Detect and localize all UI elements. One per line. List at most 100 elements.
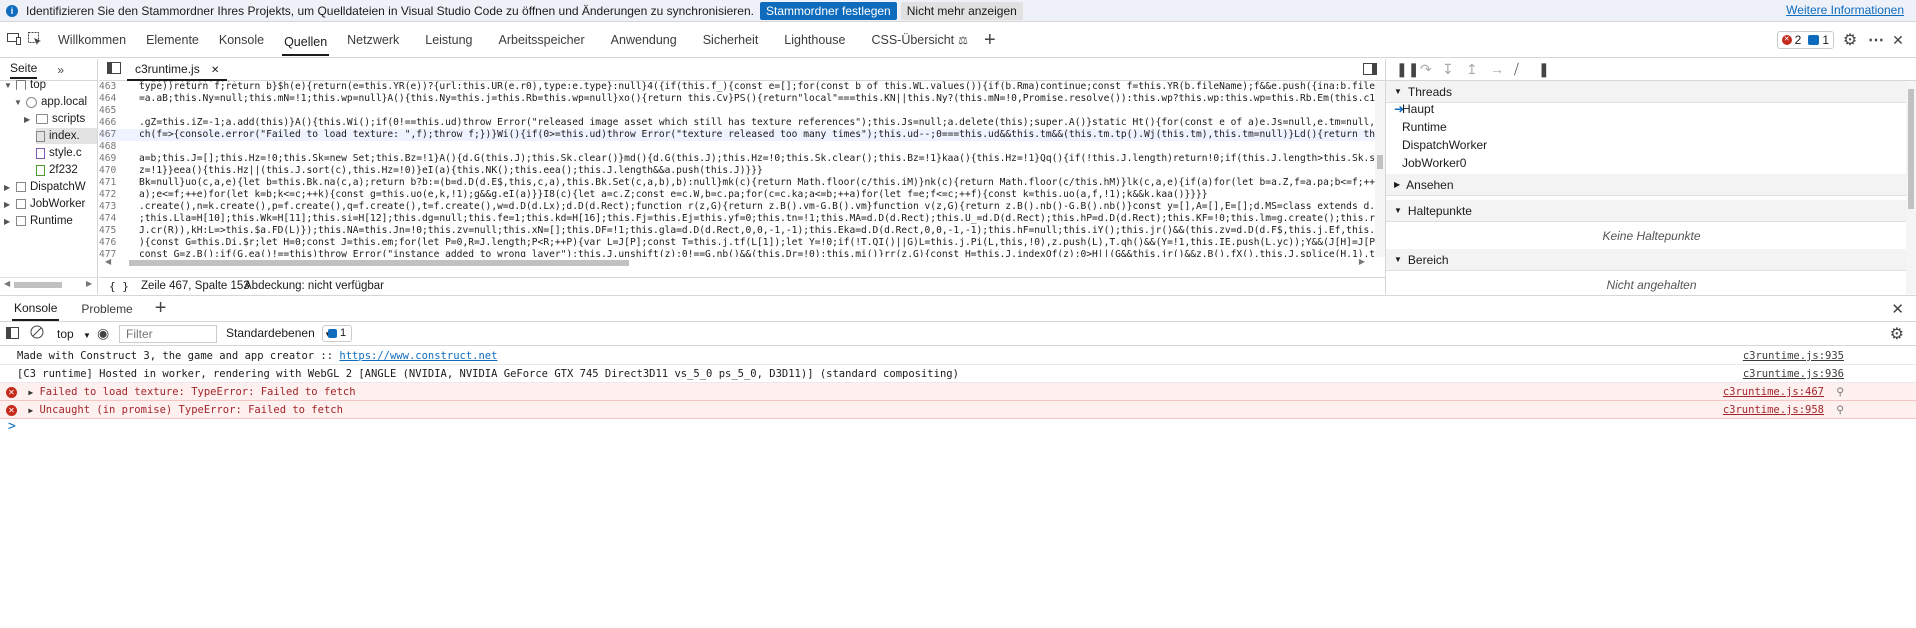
scroll-thumb[interactable] [1908, 89, 1914, 209]
thread-item[interactable]: Haupt [1402, 102, 1434, 116]
set-root-folder-button[interactable]: Stammordner festlegen [760, 1, 897, 20]
message-source-link[interactable]: c3runtime.js:935 [1743, 347, 1844, 365]
drawer-tab-probleme[interactable]: Probleme [81, 302, 132, 316]
context-selector[interactable]: top ▼ [52, 325, 96, 343]
tab-konsole[interactable]: Konsole [209, 23, 274, 58]
more-tabs-icon[interactable]: » [57, 63, 64, 77]
drawer-tab-konsole[interactable]: Konsole [12, 296, 60, 321]
more-options-icon[interactable]: ⋯ [1866, 30, 1886, 50]
pause-icon[interactable]: ❚❚ [1396, 61, 1419, 78]
thread-item[interactable]: JobWorker0 [1402, 156, 1466, 170]
add-tab-icon[interactable]: + [984, 29, 996, 52]
navigator-scrollbar[interactable]: ◀ ▶ [0, 277, 97, 291]
code-horizontal-scrollbar[interactable]: ◀ ▶ [99, 257, 1375, 269]
info-icon: i [6, 4, 18, 17]
tab-arbeitsspeicher[interactable]: Arbeitsspeicher [489, 23, 595, 58]
worker-icon [16, 182, 26, 192]
scroll-right-icon[interactable]: ▶ [86, 279, 92, 288]
tab-css-uebersicht[interactable]: CSS-Übersicht [861, 23, 964, 58]
console-sidebar-icon[interactable] [6, 326, 19, 342]
tree-item-jobworker[interactable]: ▶ JobWorker [4, 196, 85, 212]
scroll-thumb[interactable] [14, 282, 62, 288]
dont-show-again-button[interactable]: Nicht mehr anzeigen [900, 1, 1023, 20]
breakpoints-section-header[interactable]: ▼ Haltepunkte [1386, 200, 1916, 222]
tree-item-runtime[interactable]: ▶ Runtime [4, 213, 73, 229]
editor-tab-c3runtime[interactable]: c3runtime.js ✕ [127, 59, 228, 81]
add-drawer-tab-icon[interactable]: + [155, 297, 167, 320]
debugger-scrollbar[interactable] [1906, 81, 1916, 294]
close-tab-icon[interactable]: ✕ [211, 65, 219, 76]
tab-quellen[interactable]: Quellen [282, 29, 330, 56]
console-error-message[interactable]: ✕ ▶ Failed to load texture: TypeError: F… [0, 383, 1916, 401]
inspect-icon[interactable] [26, 31, 44, 49]
scroll-thumb[interactable] [129, 260, 629, 266]
scroll-left-icon[interactable]: ◀ [4, 279, 10, 288]
watch-section-header[interactable]: ▶ Ansehen [1386, 174, 1916, 196]
tab-lighthouse[interactable]: Lighthouse [774, 23, 855, 58]
tab-leistung[interactable]: Leistung [415, 23, 482, 58]
more-info-link[interactable]: Weitere Informationen [1786, 3, 1904, 17]
expand-arrow-icon: ▶ [24, 114, 31, 124]
tree-item-index[interactable]: index. [36, 128, 97, 144]
scope-section-header[interactable]: ▼ Bereich [1386, 249, 1916, 271]
console-filter-input[interactable] [119, 325, 217, 343]
console-settings-gear-icon[interactable]: ⚙ [1890, 324, 1904, 344]
search-icon[interactable]: ⚲ [1836, 401, 1844, 419]
css-file-icon [36, 147, 45, 159]
search-icon[interactable]: ⚲ [1836, 383, 1844, 401]
code-line: 469 a=b;this.J=[];this.Hz=!0;this.Sk=new … [99, 153, 1375, 164]
issues-badge[interactable]: 1 [322, 325, 353, 342]
error-icon: ✕ [6, 387, 17, 398]
file-icon [36, 130, 45, 142]
step-icon[interactable]: → [1490, 61, 1504, 77]
message-text: Uncaught (in promise) TypeError: Failed … [39, 404, 343, 416]
code-vertical-scrollbar[interactable] [1375, 81, 1385, 257]
toggle-navigator-icon[interactable] [107, 62, 121, 77]
settings-gear-icon[interactable]: ⚙ [1834, 30, 1866, 50]
error-count-badge[interactable]: ✕ 2 1 [1776, 31, 1834, 49]
threads-section-header[interactable]: ▼ Threads [1386, 81, 1916, 103]
tab-netzwerk[interactable]: Netzwerk [337, 23, 409, 58]
device-toolbar-icon[interactable] [2, 32, 26, 48]
tab-anwendung[interactable]: Anwendung [601, 23, 687, 58]
close-devtools-icon[interactable]: ✕ [1886, 32, 1910, 49]
console-error-message[interactable]: ✕ ▶ Uncaught (in promise) TypeError: Fai… [0, 401, 1916, 419]
close-drawer-icon[interactable]: ✕ [1891, 300, 1904, 318]
step-into-icon[interactable]: ↧ [1442, 61, 1454, 78]
info-message: Identifizieren Sie den Stammordner Ihres… [26, 3, 754, 18]
step-out-icon[interactable]: ↥ [1466, 61, 1478, 78]
tab-elemente[interactable]: Elemente [136, 23, 209, 58]
expand-arrow-icon[interactable]: ▶ [28, 388, 33, 397]
tree-item-2f232[interactable]: 2f232 [36, 162, 78, 178]
clear-console-icon[interactable] [30, 325, 44, 342]
toggle-debugger-icon[interactable] [1363, 62, 1377, 78]
tree-item-top[interactable]: ▼ top [4, 77, 46, 93]
thread-item[interactable]: Runtime [1402, 120, 1447, 134]
tab-willkommen[interactable]: Willkommen [48, 23, 136, 58]
message-source-link[interactable]: c3runtime.js:467 [1723, 383, 1824, 401]
pause-on-exceptions-icon[interactable]: ❚ [1538, 61, 1550, 78]
scroll-left-icon[interactable]: ◀ [105, 257, 111, 266]
message-source-link[interactable]: c3runtime.js:958 [1723, 401, 1824, 419]
pretty-print-icon[interactable]: { } [109, 280, 129, 293]
code-editor[interactable]: s=a.dCr.aY(...... 463type))return f;retu… [99, 81, 1375, 257]
tab-sicherheit[interactable]: Sicherheit [693, 23, 769, 58]
expand-arrow-icon[interactable]: ▶ [28, 406, 33, 415]
tree-item-dispatchworker[interactable]: ▶ DispatchW [4, 179, 86, 195]
scroll-thumb[interactable] [1377, 155, 1383, 169]
message-link[interactable]: https://www.construct.net [339, 350, 497, 362]
watch-title: Ansehen [1406, 177, 1454, 192]
tree-item-scripts[interactable]: ▶ scripts [24, 111, 85, 127]
deactivate-breakpoints-icon[interactable]: ⧸ [1514, 61, 1519, 78]
message-source-link[interactable]: c3runtime.js:936 [1743, 365, 1844, 383]
thread-item[interactable]: DispatchWorker [1402, 138, 1487, 152]
step-over-icon[interactable]: ↷ [1420, 61, 1432, 78]
log-levels-dropdown[interactable]: Standardebenen ▼ [226, 326, 332, 340]
console-input-area[interactable] [0, 419, 1916, 628]
tab-seite[interactable]: Seite [10, 61, 38, 79]
scroll-right-icon[interactable]: ▶ [1359, 257, 1365, 266]
code-line: 463 type))return f;return b}$h(e){return(… [99, 81, 1375, 92]
tree-item-app-local[interactable]: ▼ app.local [14, 94, 87, 110]
tree-item-style[interactable]: style.c [36, 145, 82, 161]
live-expression-eye-icon[interactable]: ◉ [97, 325, 109, 342]
